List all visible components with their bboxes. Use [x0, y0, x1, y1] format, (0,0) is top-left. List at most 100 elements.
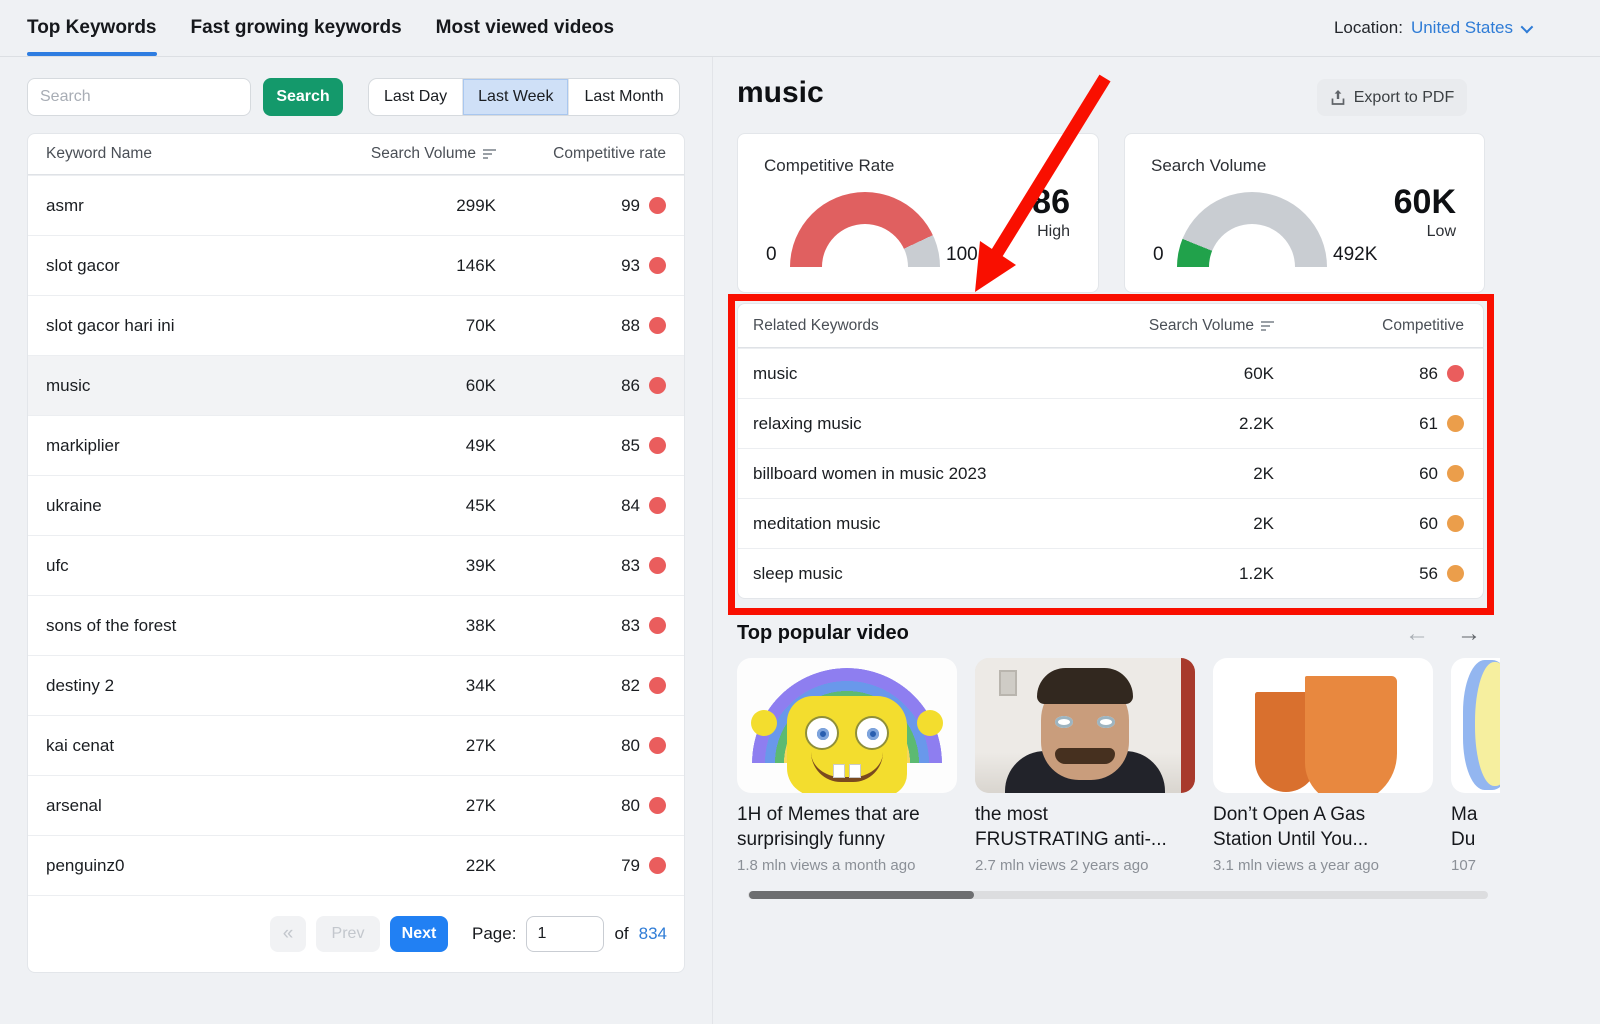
video-title: 1H of Memes that are surprisingly funny	[737, 802, 957, 853]
competitive-rate-card: Competitive Rate 0 100 86 High	[737, 133, 1099, 293]
table-row[interactable]: penguinz022K79	[28, 835, 684, 895]
location-dropdown[interactable]: United States	[1411, 18, 1530, 38]
location-label: Location:	[1334, 18, 1403, 38]
chevron-down-icon	[1521, 20, 1534, 33]
related-table-header: Related Keywords Search Volume Competiti…	[738, 304, 1483, 348]
column-search-volume: Search Volume	[1034, 317, 1274, 335]
search-button[interactable]: Search	[263, 78, 343, 116]
video-card[interactable]: 1H of Memes that are surprisingly funny …	[737, 658, 957, 874]
related-row[interactable]: sleep music1.2K56	[738, 548, 1483, 598]
gauge-min: 0	[766, 244, 777, 266]
related-keywords-table: Related Keywords Search Volume Competiti…	[737, 303, 1484, 599]
keywords-table: Keyword Name Search Volume Competitive r…	[27, 133, 685, 973]
tab-label: Fast growing keywords	[191, 17, 402, 39]
column-competitive: Competitive	[1274, 317, 1464, 335]
table-row[interactable]: markiplier49K85	[28, 415, 684, 475]
video-thumbnail-man-face	[975, 658, 1195, 793]
video-thumbnail-spongebob-meme	[737, 658, 957, 793]
carousel-scrollbar	[748, 891, 1488, 899]
table-row[interactable]: kai cenat27K80	[28, 715, 684, 775]
table-row-selected[interactable]: music60K86	[28, 355, 684, 415]
table-row[interactable]: slot gacor hari ini70K88	[28, 295, 684, 355]
rate-dot	[649, 197, 666, 214]
tab-label: Top Keywords	[27, 17, 157, 39]
rate-dot	[649, 857, 666, 874]
sort-icon[interactable]	[1261, 321, 1274, 331]
rate-dot	[649, 557, 666, 574]
export-to-pdf-button[interactable]: Export to PDF	[1317, 79, 1467, 116]
table-row[interactable]: ufc39K83	[28, 535, 684, 595]
video-meta: 2.7 mln views 2 years ago	[975, 857, 1195, 874]
related-row[interactable]: music60K86	[738, 348, 1483, 398]
page-number-input[interactable]	[526, 916, 604, 952]
rate-dot	[649, 797, 666, 814]
gauge-title: Competitive Rate	[764, 156, 894, 176]
gauge-max: 492K	[1333, 244, 1377, 266]
rate-dot	[649, 317, 666, 334]
gauge-value: 86	[1032, 184, 1070, 221]
table-row[interactable]: slot gacor146K93	[28, 235, 684, 295]
tab-most-viewed-videos[interactable]: Most viewed videos	[436, 0, 614, 56]
carousel-left-arrow-icon[interactable]: ←	[1405, 620, 1429, 648]
video-card[interactable]: the most FRUSTRATING anti-... 2.7 mln vi…	[975, 658, 1195, 874]
column-search-volume: Search Volume	[336, 145, 496, 163]
table-row[interactable]: ukraine45K84	[28, 475, 684, 535]
rate-dot	[649, 497, 666, 514]
tab-bar: Top Keywords Fast growing keywords Most …	[27, 0, 614, 56]
time-filter-last-week[interactable]: Last Week	[463, 79, 569, 115]
gauge-title: Search Volume	[1151, 156, 1266, 176]
tab-label: Most viewed videos	[436, 17, 614, 39]
related-row[interactable]: billboard women in music 20232K60	[738, 448, 1483, 498]
rate-dot	[649, 617, 666, 634]
prev-page-button[interactable]: Prev	[316, 916, 380, 952]
top-nav: Top Keywords Fast growing keywords Most …	[0, 0, 1600, 57]
tab-fast-growing-keywords[interactable]: Fast growing keywords	[191, 0, 402, 56]
next-page-button[interactable]: Next	[390, 916, 448, 952]
export-icon	[1330, 89, 1346, 106]
video-card[interactable]: Ma Du 107	[1451, 658, 1500, 874]
app-canvas: Top Keywords Fast growing keywords Most …	[0, 0, 1600, 1024]
column-keyword-name: Keyword Name	[46, 145, 336, 163]
video-meta: 107	[1451, 857, 1500, 874]
page-label: Page:	[472, 924, 516, 944]
video-meta: 3.1 mln views a year ago	[1213, 857, 1433, 874]
carousel-right-arrow-icon[interactable]: →	[1457, 620, 1481, 648]
video-title: Ma Du	[1451, 802, 1500, 853]
gauge-level: Low	[1394, 223, 1456, 241]
video-thumbnail-partial	[1451, 658, 1500, 793]
gauge-max: 100	[946, 244, 978, 266]
related-row[interactable]: meditation music2K60	[738, 498, 1483, 548]
search-input[interactable]	[27, 78, 251, 116]
video-thumbnail-orange-logo	[1213, 658, 1433, 793]
related-row[interactable]: relaxing music2.2K61	[738, 398, 1483, 448]
gauge-value: 60K	[1394, 184, 1456, 221]
video-title: the most FRUSTRATING anti-...	[975, 802, 1195, 853]
of-label: of	[614, 924, 628, 944]
left-controls: Search Last Day Last Week Last Month	[27, 78, 680, 116]
table-row[interactable]: sons of the forest38K83	[28, 595, 684, 655]
top-popular-video-title: Top popular video	[737, 622, 909, 645]
time-filter-last-day[interactable]: Last Day	[369, 79, 463, 115]
gauge-level: High	[1032, 223, 1070, 241]
carousel-scrollbar-thumb[interactable]	[749, 891, 974, 899]
sort-icon[interactable]	[483, 149, 496, 159]
total-pages: 834	[639, 924, 667, 944]
rate-dot	[649, 737, 666, 754]
search-volume-card: Search Volume 0 492K 60K Low	[1124, 133, 1485, 293]
first-page-button[interactable]: «	[270, 916, 306, 952]
panel-divider	[712, 57, 713, 1024]
video-title: Don’t Open A Gas Station Until You...	[1213, 802, 1433, 853]
table-row[interactable]: destiny 234K82	[28, 655, 684, 715]
time-filter-last-month[interactable]: Last Month	[569, 79, 678, 115]
video-card[interactable]: Don’t Open A Gas Station Until You... 3.…	[1213, 658, 1433, 874]
rate-dot	[1447, 465, 1464, 482]
table-row[interactable]: arsenal27K80	[28, 775, 684, 835]
rate-dot	[1447, 415, 1464, 432]
rate-dot	[1447, 515, 1464, 532]
rate-dot	[649, 377, 666, 394]
rate-dot	[649, 257, 666, 274]
column-related-keywords: Related Keywords	[753, 317, 1034, 335]
tab-top-keywords[interactable]: Top Keywords	[27, 0, 157, 56]
rate-dot	[1447, 565, 1464, 582]
table-row[interactable]: asmr299K99	[28, 175, 684, 235]
